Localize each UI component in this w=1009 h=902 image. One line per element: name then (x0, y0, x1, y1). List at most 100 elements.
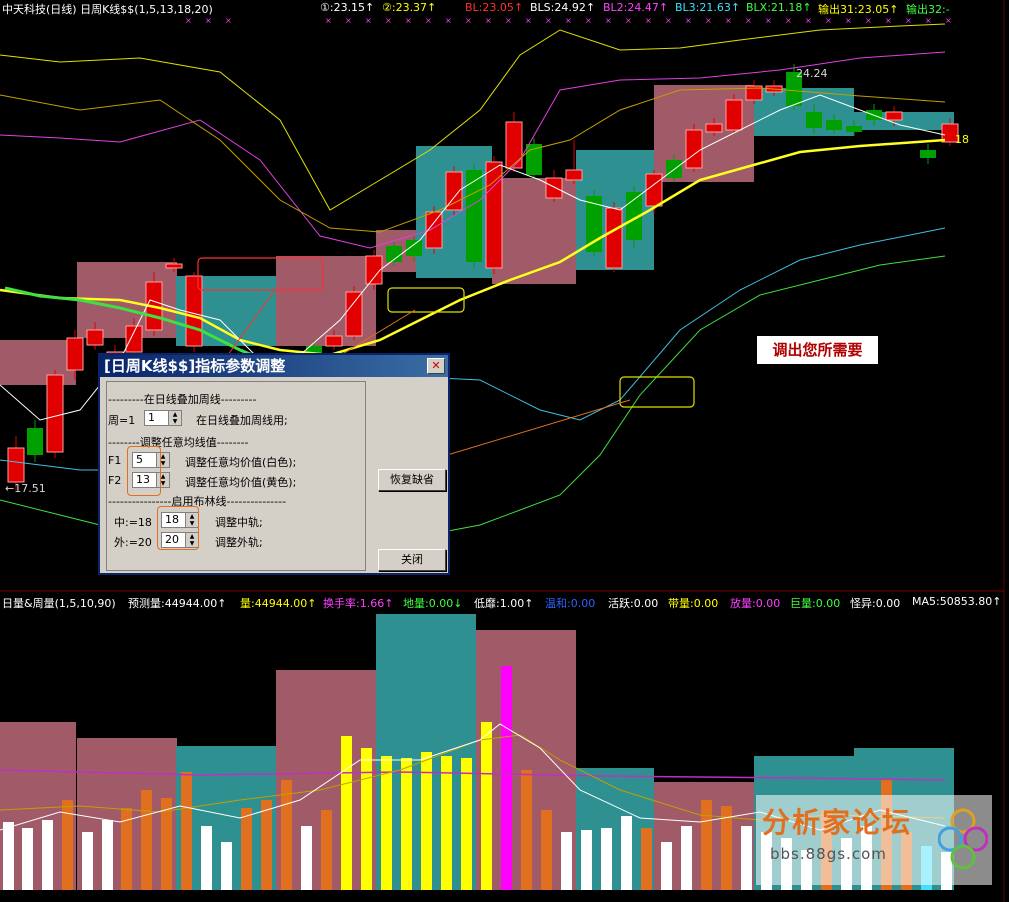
vol-forecast: 预测量:44944.00↑ (128, 597, 227, 610)
daily-volume-bar (741, 826, 752, 890)
candle-body (705, 123, 723, 133)
top-marker: × (645, 16, 652, 25)
top-marker: × (505, 16, 512, 25)
close-button[interactable]: 关闭 (378, 549, 446, 571)
daily-volume-bar (621, 816, 632, 890)
daily-volume-bar (181, 772, 192, 890)
indicator-ma1: ①:23.15↑ (320, 1, 375, 14)
top-marker: × (845, 16, 852, 25)
top-marker: × (605, 16, 612, 25)
vol-amount: 量:44944.00↑ (240, 597, 317, 610)
daily-volume-bar (581, 830, 592, 890)
daily-volume-bar (22, 828, 33, 890)
indicator-bl: BL:23.05↑ (465, 1, 524, 14)
price-right-label: 18 (955, 133, 969, 146)
vol-low: 地量:0.00↓ (403, 597, 463, 610)
top-marker: × (445, 16, 452, 25)
candle-body (185, 275, 203, 347)
top-marker: × (665, 16, 672, 25)
top-marker: × (365, 16, 372, 25)
f2-desc: 调整任意均价值(黄色); (185, 476, 297, 489)
daily-volume-bar (261, 800, 272, 890)
price-low-label: ←17.51 (5, 482, 46, 495)
boll-highlight-box (157, 506, 199, 550)
top-marker: × (625, 16, 632, 25)
indicator-params-dialog: [日周K线$$]指标参数调整 ✕ ---------在日线叠加周线-------… (98, 353, 450, 575)
candle-body (66, 337, 84, 371)
price-high-label: 24.24 (796, 67, 828, 80)
daily-volume-bar (441, 756, 452, 890)
vol-odd: 怪异:0.00 (850, 597, 901, 610)
restore-defaults-button[interactable]: 恢复缺省 (378, 469, 446, 491)
dialog-title: [日周K线$$]指标参数调整 (104, 357, 286, 375)
daily-volume-bar (341, 736, 352, 890)
flower-logo-icon (937, 799, 989, 879)
daily-volume-bar (381, 756, 392, 890)
top-marker: × (225, 16, 232, 25)
indicator-blx: BLX:21.18↑ (746, 1, 812, 14)
daily-volume-bar (701, 800, 712, 890)
daily-volume-bar (561, 832, 572, 890)
f1-desc: 调整任意均价值(白色); (185, 456, 297, 469)
daily-volume-bar (361, 748, 372, 890)
indicator-bl3: BL3:21.63↑ (675, 1, 741, 14)
annotation-label: 调出您所需要 (757, 336, 878, 364)
top-marker: × (905, 16, 912, 25)
daily-volume-bar (301, 826, 312, 890)
weekly-block (492, 178, 576, 284)
vol-heavy: 放量:0.00 (730, 597, 781, 610)
top-marker: × (185, 16, 192, 25)
vol-with: 带量:0.00 (668, 597, 719, 610)
candle-body (406, 240, 422, 256)
annotation-box-yellow-1 (387, 287, 465, 313)
vol-mild: 温和:0.00 (545, 597, 596, 610)
top-marker: × (765, 16, 772, 25)
top-marker: × (345, 16, 352, 25)
week-stepper[interactable]: 1 ▲ ▼ (144, 410, 182, 426)
vol-huge: 巨量:0.00 (790, 597, 841, 610)
candle-body (125, 325, 143, 353)
top-marker: × (885, 16, 892, 25)
chart-title: 中天科技(日线) 日周K线$$(1,5,13,18,20) (2, 3, 213, 16)
daily-volume-bar (141, 790, 152, 890)
candle-body (605, 207, 623, 269)
top-marker: × (585, 16, 592, 25)
daily-volume-bar (461, 758, 472, 890)
top-marker: × (465, 16, 472, 25)
indicator-bls: BLS:24.92↑ (530, 1, 596, 14)
daily-volume-bar (42, 820, 53, 890)
candle-body (685, 129, 703, 169)
top-marker: × (705, 16, 712, 25)
daily-volume-bar (281, 780, 292, 890)
candle-body (165, 263, 183, 269)
top-marker: × (525, 16, 532, 25)
candle-body (885, 111, 903, 121)
top-marker: × (945, 16, 952, 25)
dialog-close-icon[interactable]: ✕ (427, 358, 445, 374)
daily-volume-bar (541, 810, 552, 890)
dialog-titlebar[interactable]: [日周K线$$]指标参数调整 ✕ (100, 355, 448, 377)
daily-volume-bar (681, 826, 692, 890)
ma-highlight-box (127, 446, 161, 496)
top-marker: × (685, 16, 692, 25)
stepper-arrows-icon[interactable]: ▲ ▼ (168, 411, 181, 425)
candle-body (645, 173, 663, 207)
annotation-box-yellow-2 (619, 376, 695, 408)
candle-body (806, 112, 822, 128)
indicator-bl2: BL2:24.47↑ (603, 1, 669, 14)
vol-weak: 低靡:1.00↑ (474, 597, 534, 610)
f2-label: F2 (108, 474, 122, 487)
candle-body (27, 428, 43, 455)
daily-volume-bar (401, 758, 412, 890)
out-label: 外:=20 (114, 536, 152, 549)
daily-volume-bar (221, 842, 232, 890)
top-marker: × (405, 16, 412, 25)
daily-volume-bar (201, 826, 212, 890)
f1-label: F1 (108, 454, 122, 467)
top-marker: × (785, 16, 792, 25)
daily-volume-bar (601, 828, 612, 890)
top-marker: × (725, 16, 732, 25)
week-desc: 在日线叠加周线用; (196, 414, 288, 427)
indicator-out32: 输出32:- (906, 3, 950, 16)
indicator-ma2: ②:23.37↑ (382, 1, 437, 14)
